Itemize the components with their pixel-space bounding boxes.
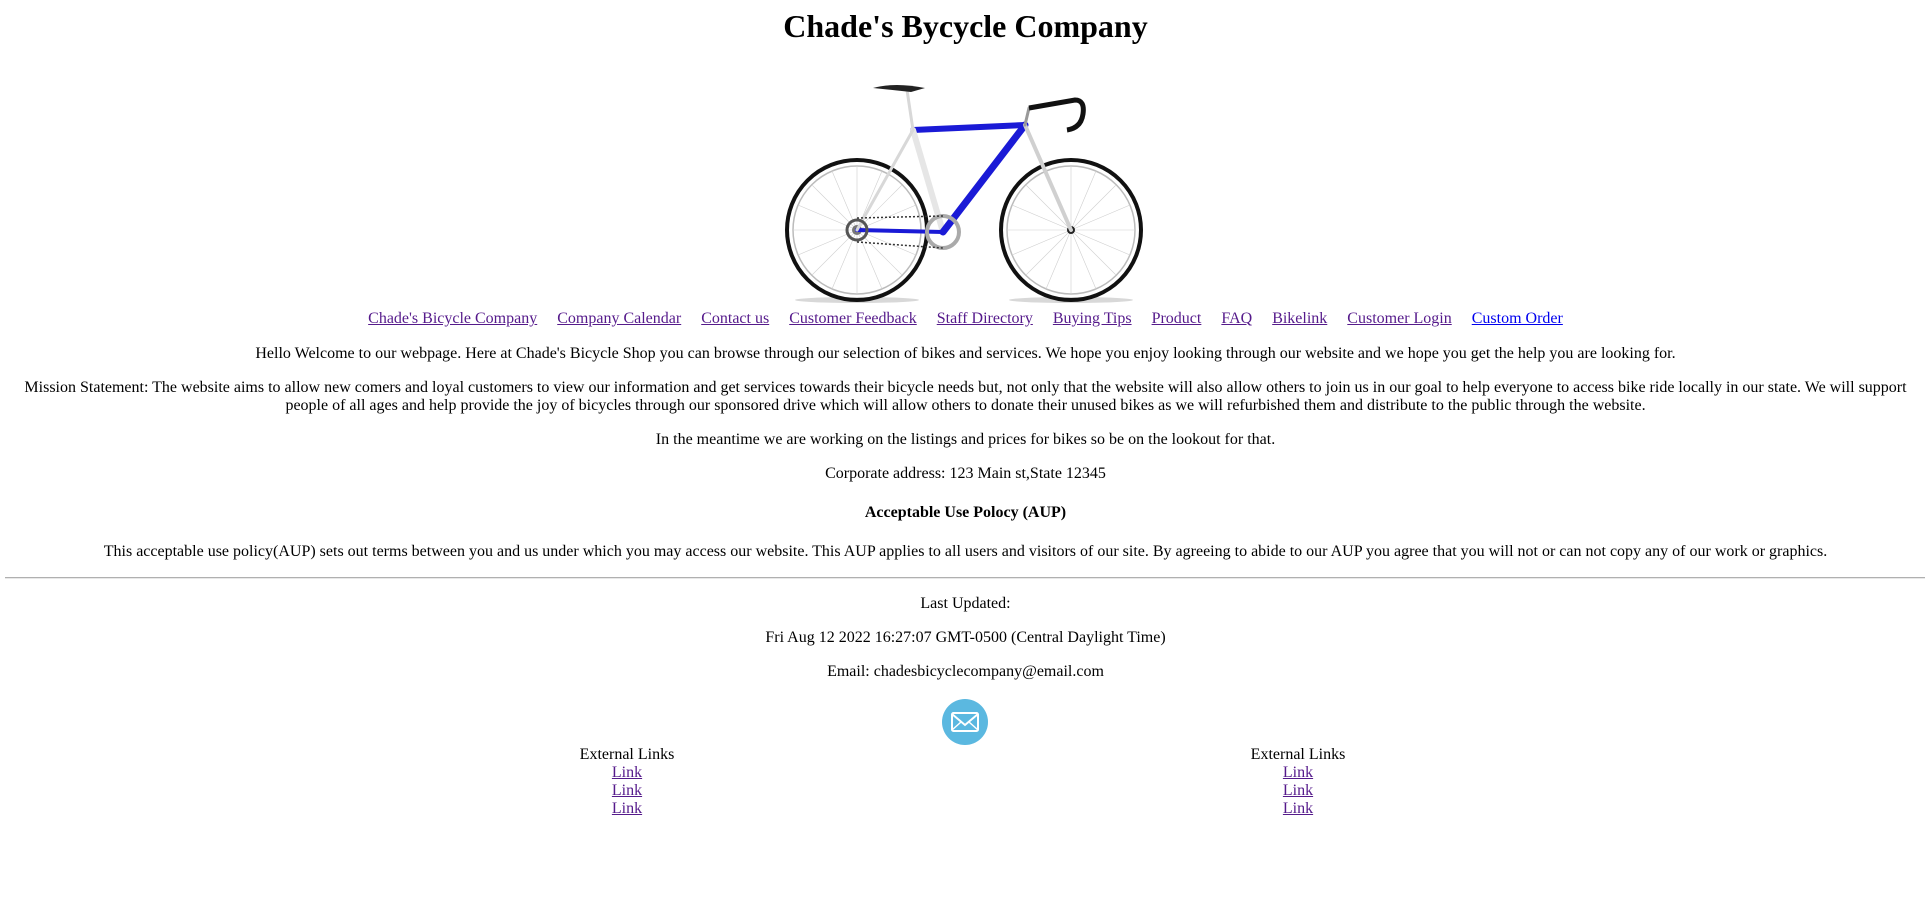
- nav-link-customer-login[interactable]: Customer Login: [1347, 310, 1451, 327]
- last-updated-value: Fri Aug 12 2022 16:27:07 GMT-0500 (Centr…: [765, 629, 1166, 646]
- nav-link-product[interactable]: Product: [1152, 310, 1202, 327]
- nav-link-bikelink[interactable]: Bikelink: [1272, 310, 1327, 327]
- nav-link-custom-order[interactable]: Custom Order: [1472, 310, 1563, 327]
- external-links-left: External Links Link Link Link: [527, 746, 727, 818]
- nav-link-customer-feedback[interactable]: Customer Feedback: [789, 310, 917, 327]
- welcome-text: Hello Welcome to our webpage. Here at Ch…: [255, 345, 1676, 362]
- external-links-heading: External Links: [1250, 746, 1346, 763]
- last-updated-label: Last Updated:: [920, 595, 1011, 612]
- nav-link-home[interactable]: Chade's Bicycle Company: [368, 310, 537, 327]
- nav-link-company-calendar[interactable]: Company Calendar: [557, 310, 681, 327]
- external-link[interactable]: Link: [527, 800, 727, 818]
- external-link[interactable]: Link: [527, 782, 727, 800]
- main-nav: Chade's Bicycle Company Company Calendar…: [0, 310, 1931, 328]
- mission-statement: Mission Statement: The website aims to a…: [24, 379, 1907, 414]
- aup-text: This acceptable use policy(AUP) sets out…: [103, 543, 1828, 560]
- email-text: Email: chadesbicyclecompany@email.com: [827, 663, 1104, 680]
- external-links-heading: External Links: [579, 746, 675, 763]
- meantime-text: In the meantime we are working on the li…: [655, 431, 1276, 448]
- page-title: Chade's Bycycle Company: [783, 8, 1148, 44]
- external-link[interactable]: Link: [527, 764, 727, 782]
- nav-link-buying-tips[interactable]: Buying Tips: [1053, 310, 1132, 327]
- nav-link-staff-directory[interactable]: Staff Directory: [937, 310, 1033, 327]
- external-links-right: External Links Link Link Link: [1198, 746, 1398, 818]
- bicycle-image: [785, 85, 1143, 303]
- envelope-icon[interactable]: [942, 699, 988, 745]
- aup-heading: Acceptable Use Polocy (AUP): [864, 504, 1067, 521]
- nav-link-faq[interactable]: FAQ: [1221, 310, 1252, 327]
- divider: [5, 577, 1925, 579]
- external-link[interactable]: Link: [1198, 800, 1398, 818]
- corporate-address: Corporate address: 123 Main st,State 123…: [825, 465, 1106, 482]
- external-link[interactable]: Link: [1198, 782, 1398, 800]
- nav-link-contact-us[interactable]: Contact us: [701, 310, 769, 327]
- page: Chade's Bycycle Company Chade's Bicycle …: [0, 0, 1931, 919]
- external-link[interactable]: Link: [1198, 764, 1398, 782]
